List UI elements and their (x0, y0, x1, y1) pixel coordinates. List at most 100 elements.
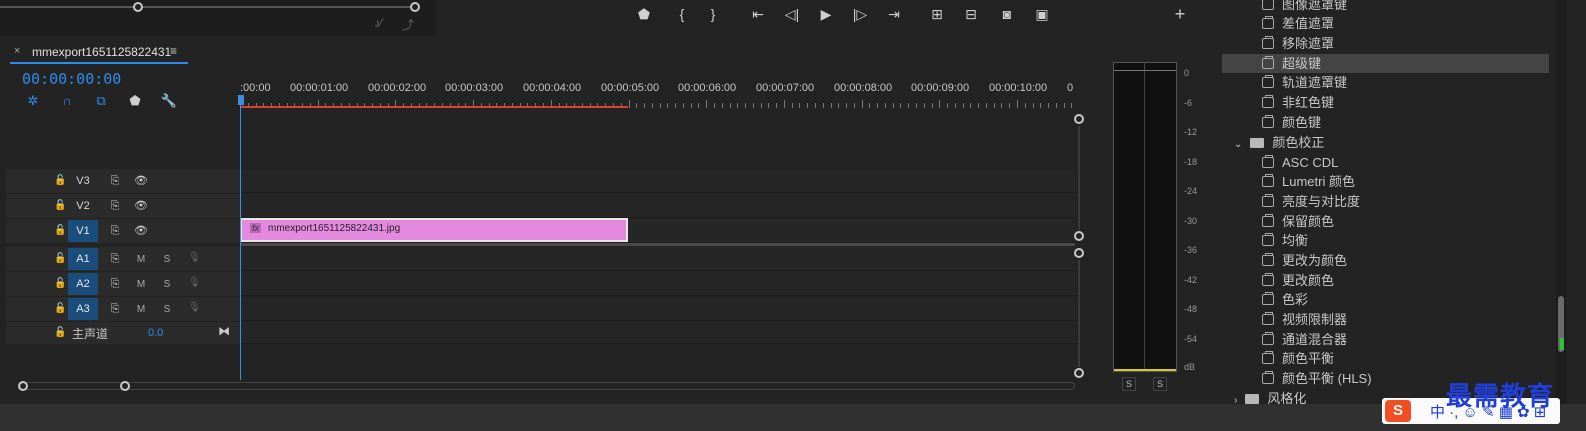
mute-button[interactable]: M (135, 254, 147, 265)
audio-vzoom-top-handle[interactable] (1074, 248, 1084, 258)
sync-lock-icon[interactable]: ⎘ (107, 199, 123, 213)
track-label-a1[interactable]: A1 (68, 248, 98, 270)
video-audio-divider[interactable] (240, 243, 1075, 246)
lock-icon[interactable]: 🔓 (54, 327, 66, 339)
insert-icon[interactable]: ♪⁄ (374, 16, 382, 30)
eye-icon[interactable]: 👁 (133, 174, 149, 188)
track-lane-v2[interactable] (240, 194, 1075, 218)
hscroll-left-handle[interactable] (18, 381, 28, 391)
lock-icon[interactable]: 🔓 (54, 253, 66, 265)
lift-icon[interactable]: ⊞ (925, 4, 949, 24)
track-label-a2[interactable]: A2 (68, 273, 98, 295)
source-zoom-handle-left[interactable] (133, 2, 143, 12)
wrench-settings-icon[interactable]: 🔧 (160, 92, 178, 110)
track-header-a3[interactable] (6, 297, 240, 321)
close-tab-icon[interactable]: × (14, 45, 20, 57)
track-header-a2[interactable] (6, 272, 240, 296)
export-frame-icon[interactable]: ⤴ (402, 16, 414, 33)
time-ruler[interactable]: :00:00 00:00:01:00 00:00:02:00 00:00:03:… (240, 82, 1080, 96)
sync-lock-icon[interactable]: ⎘ (107, 252, 123, 266)
track-lane-v3[interactable] (240, 169, 1075, 193)
track-label-a3[interactable]: A3 (68, 298, 98, 320)
track-header-v3[interactable] (6, 169, 240, 193)
go-to-end-icon[interactable]: ⧓ (218, 324, 230, 338)
solo-button[interactable]: S (161, 304, 173, 315)
go-to-out-icon[interactable]: ⇥ (882, 4, 906, 24)
eye-icon[interactable]: 👁 (133, 224, 149, 238)
step-back-icon[interactable]: ◁| (780, 4, 804, 24)
track-lane-a1[interactable] (240, 247, 1075, 271)
playhead-handle[interactable] (238, 95, 244, 105)
track-header-v1[interactable] (6, 219, 240, 243)
track-label-v3[interactable]: V3 (68, 170, 98, 192)
lock-icon[interactable]: 🔓 (54, 200, 66, 212)
camera-icon[interactable]: ◙ (995, 4, 1019, 24)
mute-button[interactable]: M (135, 304, 147, 315)
effect-item[interactable]: 图像遮罩键 (1262, 0, 1347, 14)
fx-badge[interactable]: fx (250, 223, 262, 233)
source-zoom-handle-right[interactable] (410, 2, 420, 12)
sync-lock-icon[interactable]: ⎘ (107, 174, 123, 188)
lock-icon[interactable]: 🔓 (54, 175, 66, 187)
effect-item[interactable]: 非红色键 (1262, 93, 1334, 112)
track-header-a1[interactable] (6, 247, 240, 271)
add-marker-icon[interactable]: ⬟ (126, 92, 144, 110)
track-lane-a3[interactable] (240, 297, 1075, 321)
microphone-icon[interactable]: 🎙 (188, 252, 201, 263)
add-button-icon[interactable]: + (1168, 4, 1192, 24)
meter-solo-right-button[interactable]: S (1153, 377, 1167, 391)
linked-selection-icon[interactable]: ⧉ (92, 92, 110, 110)
lock-icon[interactable]: 🔓 (54, 303, 66, 315)
track-header-v2[interactable] (6, 194, 240, 218)
source-zoom-track[interactable] (0, 6, 420, 8)
extract-icon[interactable]: ⊟ (959, 4, 983, 24)
effect-item[interactable]: Lumetri 颜色 (1262, 172, 1355, 191)
effect-item[interactable]: 移除遮罩 (1262, 34, 1334, 53)
marker-icon[interactable]: ⬟ (632, 4, 656, 24)
effect-item[interactable]: 颜色平衡 (HLS) (1262, 369, 1372, 388)
video-vzoom-top-handle[interactable] (1074, 114, 1084, 124)
playhead-line[interactable] (240, 96, 241, 380)
work-area-bar[interactable] (240, 106, 628, 108)
effect-item[interactable]: 视频限制器 (1262, 310, 1347, 329)
mark-out-icon[interactable]: } (701, 4, 725, 24)
effect-item[interactable]: 通道混合器 (1262, 330, 1347, 349)
go-to-in-icon[interactable]: ⇤ (746, 4, 770, 24)
lock-icon[interactable]: 🔓 (54, 278, 66, 290)
eye-icon[interactable]: 👁 (133, 199, 149, 213)
microphone-icon[interactable]: 🎙 (188, 277, 201, 288)
microphone-icon[interactable]: 🎙 (188, 302, 201, 313)
play-icon[interactable]: ▶ (814, 4, 838, 24)
effect-item[interactable]: 轨道遮罩键 (1262, 73, 1347, 92)
effect-item[interactable]: 更改颜色 (1262, 271, 1334, 290)
track-lane-a2[interactable] (240, 272, 1075, 296)
effect-item[interactable]: ASC CDL (1262, 153, 1338, 172)
sync-lock-icon[interactable]: ⎘ (107, 224, 123, 238)
nest-toggle-icon[interactable]: ✲ (24, 92, 42, 110)
playhead-timecode[interactable]: 00:00:00:00 (22, 70, 121, 88)
mute-button[interactable]: M (135, 279, 147, 290)
sync-lock-icon[interactable]: ⎘ (107, 302, 123, 316)
snap-magnet-icon[interactable]: ∩ (58, 92, 76, 110)
track-label-v1[interactable]: V1 (68, 220, 98, 242)
effect-item[interactable]: 保留颜色 (1262, 212, 1334, 231)
effect-item[interactable]: 颜色平衡 (1262, 349, 1334, 368)
compare-view-icon[interactable]: ▣ (1030, 4, 1054, 24)
effect-item[interactable]: 差值遮罩 (1262, 14, 1334, 33)
track-lane-master[interactable] (240, 322, 1075, 344)
mark-in-icon[interactable]: { (670, 4, 694, 24)
effect-item[interactable]: 颜色键 (1262, 113, 1321, 132)
sync-lock-icon[interactable]: ⎘ (107, 277, 123, 291)
effect-item-selected[interactable]: 超级键 (1262, 54, 1321, 73)
effect-item[interactable]: 色彩 (1262, 290, 1308, 309)
meter-solo-left-button[interactable]: S (1122, 377, 1136, 391)
video-vzoom-track[interactable] (1078, 126, 1080, 230)
video-clip[interactable]: fx mmexport1651125822431.jpg (240, 218, 628, 242)
track-header-master[interactable] (6, 322, 240, 344)
sequence-tab-title[interactable]: mmexport1651125822431 (32, 45, 171, 59)
audio-vzoom-track[interactable] (1078, 260, 1080, 367)
solo-button[interactable]: S (161, 279, 173, 290)
audio-vzoom-bottom-handle[interactable] (1074, 368, 1084, 378)
effect-item[interactable]: 均衡 (1262, 231, 1308, 250)
track-label-v2[interactable]: V2 (68, 195, 98, 217)
